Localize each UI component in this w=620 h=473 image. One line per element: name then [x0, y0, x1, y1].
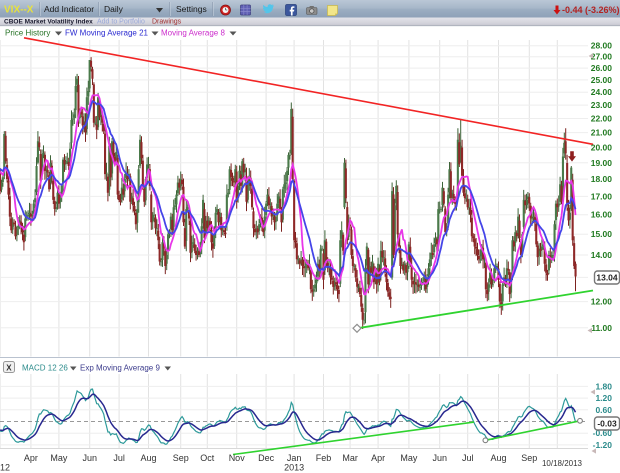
svg-text:25.00: 25.00: [591, 75, 613, 85]
svg-text:2013: 2013: [284, 463, 304, 473]
svg-text:13.04: 13.04: [596, 273, 618, 283]
svg-text:X: X: [6, 363, 12, 372]
svg-text:18.00: 18.00: [591, 174, 613, 184]
svg-text:Daily: Daily: [104, 4, 124, 14]
svg-text:-1.20: -1.20: [593, 440, 613, 450]
svg-text:Price History: Price History: [5, 29, 50, 38]
svg-text:12.00: 12.00: [591, 297, 613, 307]
svg-text:FW Moving Average 21: FW Moving Average 21: [65, 29, 149, 38]
svg-text:1.20: 1.20: [595, 393, 612, 403]
svg-text:0.60: 0.60: [595, 405, 612, 415]
svg-text:28.00: 28.00: [591, 41, 613, 51]
svg-text:15.00: 15.00: [591, 229, 613, 239]
svg-text:17.00: 17.00: [591, 191, 613, 201]
svg-text:Dec: Dec: [258, 453, 275, 463]
svg-text:Mar: Mar: [342, 453, 358, 463]
svg-text:16.00: 16.00: [591, 210, 613, 220]
svg-text:10/18/2013: 10/18/2013: [542, 459, 583, 468]
svg-text:Jun: Jun: [432, 453, 447, 463]
svg-text:14.00: 14.00: [591, 250, 613, 260]
svg-text:Apr: Apr: [24, 453, 38, 463]
svg-text:24.00: 24.00: [591, 87, 613, 97]
svg-text:11.00: 11.00: [591, 323, 612, 333]
svg-text:Jan: Jan: [287, 453, 302, 463]
svg-text:Moving Average 8: Moving Average 8: [161, 29, 225, 38]
svg-text:20.00: 20.00: [591, 142, 613, 152]
svg-text:Sep: Sep: [173, 453, 189, 463]
svg-text:-0.44 (-3.26%): -0.44 (-3.26%): [562, 5, 620, 15]
svg-text:Nov: Nov: [229, 453, 246, 463]
svg-text:19.00: 19.00: [591, 158, 613, 168]
svg-text:Settings: Settings: [176, 4, 207, 14]
svg-text:27.00: 27.00: [591, 52, 613, 62]
svg-text:MACD 12 26: MACD 12 26: [22, 364, 68, 373]
svg-text:22.00: 22.00: [591, 114, 613, 124]
svg-text:Feb: Feb: [316, 453, 332, 463]
svg-text:1.80: 1.80: [595, 381, 612, 391]
svg-text:Sep: Sep: [521, 453, 537, 463]
svg-text:May: May: [50, 453, 68, 463]
svg-text:Apr: Apr: [371, 453, 385, 463]
svg-text:CBOE Market Volatility Index: CBOE Market Volatility Index: [4, 19, 93, 26]
svg-text:Jul: Jul: [113, 453, 125, 463]
svg-text:26.00: 26.00: [591, 63, 613, 73]
svg-text:Jun: Jun: [82, 453, 97, 463]
svg-text:Aug: Aug: [490, 453, 506, 463]
svg-text:Exp Moving Average 9: Exp Moving Average 9: [80, 364, 160, 373]
svg-text:May: May: [400, 453, 418, 463]
svg-text:-0.03: -0.03: [597, 419, 617, 429]
svg-text:Aug: Aug: [140, 453, 156, 463]
svg-text:Add Indicator: Add Indicator: [44, 4, 94, 14]
svg-text:21.00: 21.00: [591, 128, 613, 138]
svg-text:Drawings: Drawings: [152, 19, 182, 26]
svg-text:VIX--X: VIX--X: [4, 5, 34, 16]
svg-text:12: 12: [0, 463, 10, 473]
svg-text:23.00: 23.00: [591, 100, 613, 110]
svg-text:Jul: Jul: [462, 453, 474, 463]
svg-text:Add to Portfolio: Add to Portfolio: [97, 19, 145, 26]
svg-text:Oct: Oct: [200, 453, 215, 463]
